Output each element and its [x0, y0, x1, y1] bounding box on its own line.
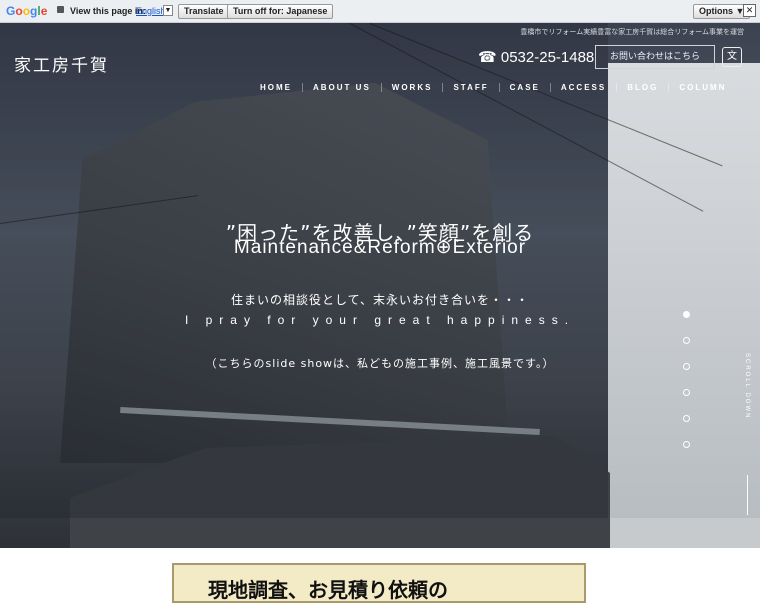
banner-text: 現地調査、お見積り依頼の — [208, 578, 448, 602]
slide-dot[interactable] — [683, 363, 690, 370]
lock-icon — [57, 6, 64, 13]
site-logo[interactable]: 家工房千賀 — [14, 51, 109, 76]
nav-blog[interactable]: BLOG — [616, 83, 668, 92]
nav-about-us[interactable]: ABOUT US — [302, 83, 381, 92]
nav-case[interactable]: CASE — [498, 83, 550, 92]
translate-icon[interactable]: 文 — [722, 47, 742, 67]
slide-dot[interactable] — [683, 337, 690, 344]
slide-dot[interactable] — [683, 415, 690, 422]
phone-number[interactable]: ☎ 0532-25-1488 — [478, 48, 594, 66]
site-tagline: 豊橋市でリフォーム実績豊富な家工房千賀は総合リフォーム事業を運営 — [520, 28, 744, 36]
nav-column[interactable]: COLUMN — [668, 83, 736, 92]
nav-staff[interactable]: STAFF — [442, 83, 498, 92]
scroll-down-label[interactable]: SCROLL DOWN — [744, 353, 750, 419]
contact-button[interactable]: お問い合わせはこちら — [595, 45, 715, 69]
options-button[interactable]: Options ▼ — [693, 4, 751, 19]
close-icon[interactable]: ✕ — [743, 4, 756, 17]
google-logo: Google — [6, 4, 48, 18]
main-nav: HOME ABOUT US WORKS STAFF CASE ACCESS BL… — [250, 83, 736, 92]
nav-access[interactable]: ACCESS — [549, 83, 616, 92]
hero-text-en: I pray for your great happiness. — [184, 313, 576, 327]
slide-dot[interactable] — [683, 311, 690, 318]
turn-off-button[interactable]: Turn off for: Japanese — [227, 4, 334, 19]
hero-subheadline: Maintenance&Reform⊕Exterior — [233, 237, 527, 258]
view-page-label: View this page in: — [70, 6, 146, 16]
estimate-banner[interactable]: 現地調査、お見積り依頼の — [172, 563, 586, 603]
hero-slideshow: 家工房千賀 豊橋市でリフォーム実績豊富な家工房千賀は総合リフォーム事業を運営 ☎… — [0, 23, 760, 548]
phone-number-text: 0532-25-1488 — [500, 49, 595, 66]
translate-button[interactable]: Translate — [178, 4, 230, 19]
slide-dots — [683, 311, 690, 467]
translate-bar: Google View this page in: English ▼ Tran… — [0, 0, 760, 23]
nav-home[interactable]: HOME — [250, 83, 302, 92]
dark-overlay — [0, 23, 608, 518]
chevron-down-icon[interactable]: ▼ — [163, 5, 173, 16]
scroll-line — [747, 475, 748, 515]
nav-works[interactable]: WORKS — [380, 83, 443, 92]
language-link[interactable]: English — [136, 6, 166, 16]
hero-text-jp: 住まいの相談役として、末永いお付き合いを・・・ — [230, 293, 530, 307]
slide-dot[interactable] — [683, 389, 690, 396]
slide-dot[interactable] — [683, 441, 690, 448]
hero-note: （こちらのslide showは、私どもの施工事例、施工風景です。） — [205, 357, 555, 370]
